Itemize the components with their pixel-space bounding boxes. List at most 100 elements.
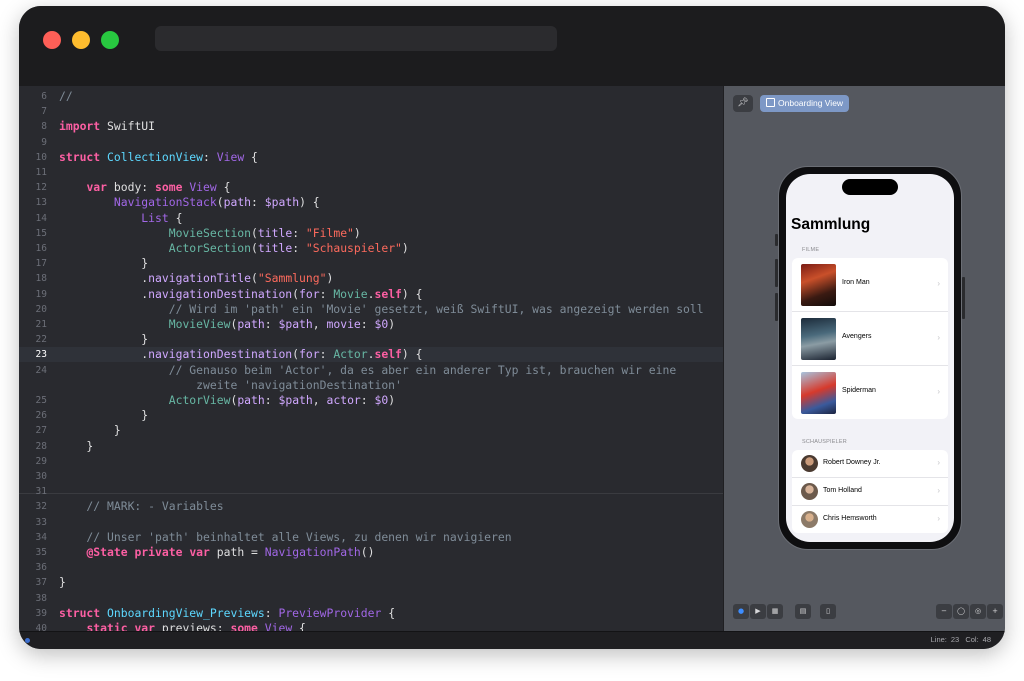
code-token: navigationDestination	[148, 347, 293, 362]
cursor-icon: ▶	[755, 607, 761, 615]
code-token: //	[59, 89, 73, 103]
col-value: 48	[982, 635, 991, 644]
code-text: ActorSection(title: "Schauspieler")	[59, 241, 409, 256]
pin-preview-button[interactable]: 📌︎	[733, 95, 753, 112]
code-token: navigationTitle	[148, 271, 252, 286]
zoom-in-icon: +	[992, 607, 998, 615]
code-text: }	[59, 439, 93, 454]
code-line[interactable]: 37}	[19, 575, 723, 590]
line-number: 22	[35, 334, 47, 346]
code-editor[interactable]: 6 // 7 8 import SwiftUI 9 10 struct CollectionV…	[19, 86, 723, 631]
list-section-movie: Iron Man › Avengers › Spiderman ›	[792, 258, 948, 419]
code-line[interactable]: 26 }	[19, 408, 723, 423]
code-line[interactable]: 31	[19, 484, 723, 499]
code-line[interactable]: 32 // MARK: - Variables	[19, 499, 723, 514]
movie-title: Spiderman	[842, 387, 876, 394]
code-token: }	[59, 438, 94, 453]
code-line[interactable]: 18 .navigationTitle("Sammlung")	[19, 271, 723, 286]
code-token: actor	[326, 393, 361, 407]
code-line[interactable]: 36	[19, 560, 723, 575]
device-frame: Sammlung FILME Iron Man › Avengers › Spiderma…	[775, 166, 965, 550]
code-line[interactable]: 29	[19, 454, 723, 469]
code-line[interactable]: 8 import SwiftUI	[19, 119, 723, 134]
phone-icon: ▯	[826, 607, 830, 615]
line-number: 21	[35, 319, 47, 330]
code-line[interactable]: 25 ActorView(path: $path, actor: $0)	[19, 393, 723, 408]
code-line[interactable]: 22 }	[19, 332, 723, 347]
code-line[interactable]: 12 var body: some View {	[19, 180, 723, 195]
code-token: // Unser 'path' beinhaltet alle Views, z…	[59, 529, 512, 544]
code-text: ActorView(path: $path, actor: $0)	[59, 393, 395, 408]
actor-avatar	[801, 455, 818, 472]
code-line[interactable]: 34 // Unser 'path' beinhaltet alle Views…	[19, 530, 723, 545]
zoom-window-button[interactable]	[101, 31, 119, 49]
code-line[interactable]: 35 @State private var path = NavigationP…	[19, 545, 723, 560]
code-line[interactable]: 15 MovieSection(title: "Filme")	[19, 226, 723, 241]
code-text: NavigationStack(path: $path) {	[59, 195, 320, 210]
selectable-mode-button[interactable]: ▶	[750, 604, 766, 619]
zoom-in-button[interactable]: +	[987, 604, 1003, 619]
code-text: .navigationDestination(for: Movie.self) …	[59, 287, 422, 302]
code-line[interactable]: 33	[19, 515, 723, 530]
code-line[interactable]: 17 }	[19, 256, 723, 271]
code-text: }	[59, 256, 148, 271]
code-token: {	[244, 149, 258, 164]
code-token: PreviewProvider	[278, 605, 382, 620]
movie-row[interactable]: Iron Man ›	[792, 258, 948, 312]
xcode-window: 6 // 7 8 import SwiftUI 9 10 struct CollectionV…	[19, 6, 1005, 649]
code-line[interactable]: 23 .navigationDestination(for: Actor.sel…	[19, 347, 723, 363]
code-line[interactable]: 9	[19, 135, 723, 150]
code-token: // MARK: - Variables	[59, 499, 224, 514]
device-settings-button[interactable]: ▤	[795, 604, 811, 619]
code-token: (	[251, 241, 258, 255]
actor-row[interactable]: Tom Holland ›	[792, 478, 948, 506]
code-token: :	[360, 393, 375, 407]
code-token: .	[59, 347, 149, 362]
code-token: struct	[59, 605, 101, 620]
code-line[interactable]: 27 }	[19, 423, 723, 438]
line-number: 16	[35, 243, 47, 254]
code-line[interactable]: 40 static var previews: some View {	[19, 621, 723, 631]
actor-row[interactable]: Chris Hemsworth ›	[792, 506, 948, 533]
activity-field[interactable]	[155, 26, 557, 51]
code-text: zweite 'navigationDestination'	[59, 378, 402, 393]
code-line[interactable]: 14 List {	[19, 211, 723, 226]
code-line[interactable]: 13 NavigationStack(path: $path) {	[19, 195, 723, 210]
code-line[interactable]: 30	[19, 469, 723, 484]
code-line[interactable]: 38	[19, 591, 723, 606]
code-line[interactable]: 24 // Genauso beim 'Actor', da es aber e…	[19, 363, 723, 378]
preview-chip[interactable]: Onboarding View	[760, 95, 850, 112]
code-token: $path	[278, 317, 313, 331]
code-line[interactable]: 20 // Wird im 'path' ein 'Movie' gesetzt…	[19, 302, 723, 317]
code-line[interactable]: 16 ActorSection(title: "Schauspieler")	[19, 241, 723, 256]
code-token: $path	[278, 393, 313, 407]
code-token: for	[299, 347, 320, 362]
code-line[interactable]: 28 }	[19, 439, 723, 454]
code-line[interactable]: 11	[19, 165, 723, 180]
code-line[interactable]: 39 struct OnboardingView_Previews: Previe…	[19, 606, 723, 621]
chevron-right-icon: ›	[937, 486, 940, 495]
zoom-fit-button[interactable]: ◯	[953, 604, 969, 619]
zoom-out-button[interactable]: −	[936, 604, 952, 619]
close-window-button[interactable]	[43, 31, 61, 49]
live-preview-button[interactable]: ●	[733, 604, 749, 619]
movie-poster	[801, 318, 836, 360]
code-line[interactable]: 10 struct CollectionView: View {	[19, 150, 723, 165]
minimize-window-button[interactable]	[72, 31, 90, 49]
code-token: title	[257, 241, 293, 255]
zoom-actual-button[interactable]: ◎	[970, 604, 986, 619]
code-line[interactable]: 21 MovieView(path: $path, movie: $0)	[19, 317, 723, 332]
device-picker-button[interactable]: ▯	[820, 604, 836, 619]
actor-row[interactable]: Robert Downey Jr. ›	[792, 450, 948, 478]
code-text: import SwiftUI	[59, 119, 155, 134]
movie-row[interactable]: Avengers ›	[792, 312, 948, 366]
code-text: List {	[59, 211, 182, 226]
code-line[interactable]: zweite 'navigationDestination'	[19, 378, 723, 393]
code-line[interactable]: 7	[19, 104, 723, 119]
movie-row[interactable]: Spiderman ›	[792, 366, 948, 419]
variants-button[interactable]: ▦	[767, 604, 783, 619]
code-line[interactable]: 19 .navigationDestination(for: Movie.sel…	[19, 287, 723, 302]
code-line[interactable]: 6 //	[19, 89, 723, 104]
